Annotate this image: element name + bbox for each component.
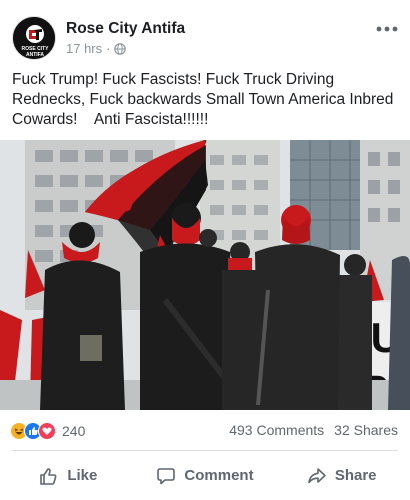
page-name[interactable]: Rose City Antifa [66,20,185,38]
engagement-stats: 493 Comments 32 Shares [229,422,398,438]
meta-separator: · [106,41,111,56]
post-header: ROSE CITY ANTIFA Rose City Antifa 17 hrs… [0,0,410,66]
comment-button[interactable]: Comment [137,451,274,500]
facebook-post: ROSE CITY ANTIFA Rose City Antifa 17 hrs… [0,0,410,500]
reactions-summary[interactable]: 240 [10,421,85,441]
comments-count-link[interactable]: 493 Comments [229,422,324,438]
thumbs-up-icon [40,467,57,485]
more-horizontal-icon[interactable] [374,22,400,36]
post-timestamp[interactable]: 17 hrs [66,41,102,56]
share-arrow-icon [308,467,326,483]
svg-text:ANTIFA: ANTIFA [26,52,44,58]
globe-icon[interactable] [114,42,127,55]
comment-icon [157,467,176,484]
share-button[interactable]: Share [273,451,410,500]
page-avatar[interactable]: ROSE CITY ANTIFA [12,16,56,60]
shares-count-link[interactable]: 32 Shares [334,422,398,438]
post-message: Fuck Trump! Fuck Fascists! Fuck Truck Dr… [12,71,398,128]
reaction-count: 240 [62,423,86,439]
like-button[interactable]: Like [0,451,137,500]
protest-photo-illustration: FU TRU [0,140,410,410]
like-label: Like [67,467,98,484]
share-label: Share [334,467,377,484]
comment-label: Comment [184,467,254,484]
post-meta: 17 hrs · [66,41,127,56]
love-icon [38,422,56,440]
post-actions: Like Comment Share [0,451,410,500]
post-photo[interactable]: FU TRU [0,140,410,410]
